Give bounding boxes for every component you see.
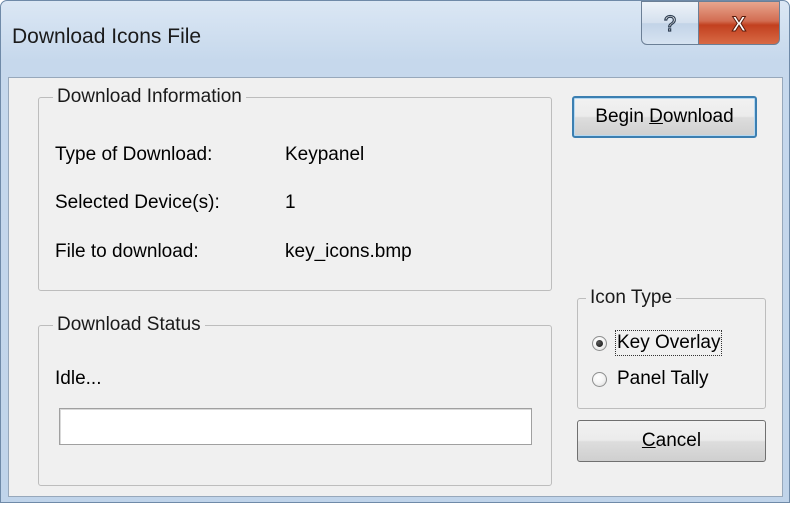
download-progress-bar bbox=[59, 408, 532, 445]
file-to-download-value: key_icons.bmp bbox=[285, 241, 412, 262]
file-to-download-label: File to download: bbox=[55, 241, 199, 262]
type-of-download-label: Type of Download: bbox=[55, 144, 213, 165]
selected-devices-value: 1 bbox=[285, 192, 296, 213]
close-button[interactable]: X bbox=[698, 1, 780, 45]
download-status-legend: Download Status bbox=[57, 314, 201, 335]
download-icons-dialog: Download Icons File ? X Download Informa… bbox=[0, 0, 790, 503]
type-of-download-value: Keypanel bbox=[285, 144, 365, 165]
download-status-text: Idle... bbox=[55, 368, 102, 389]
title-bar[interactable]: Download Icons File ? X bbox=[1, 1, 789, 77]
svg-text:X: X bbox=[732, 13, 746, 35]
radio-key-overlay-label: Key Overlay bbox=[614, 330, 723, 356]
radio-panel-tally-label: Panel Tally bbox=[617, 368, 709, 389]
icon-type-legend: Icon Type bbox=[590, 287, 673, 308]
radio-key-overlay-button[interactable] bbox=[592, 335, 607, 351]
dialog-client-area: Download Information Type of Download: K… bbox=[8, 77, 783, 497]
svg-text:?: ? bbox=[664, 11, 676, 36]
cancel-button[interactable]: Cancel bbox=[577, 420, 766, 462]
download-information-legend: Download Information bbox=[57, 86, 242, 107]
window-title: Download Icons File bbox=[12, 25, 202, 48]
radio-panel-tally[interactable]: Panel Tally bbox=[592, 368, 709, 390]
help-icon: ? bbox=[663, 10, 676, 36]
radio-panel-tally-button[interactable] bbox=[592, 371, 607, 387]
selected-devices-label: Selected Device(s): bbox=[55, 192, 220, 213]
radio-key-overlay[interactable]: Key Overlay bbox=[592, 330, 723, 356]
download-status-group: Download Status bbox=[38, 314, 552, 486]
close-icon: X bbox=[731, 13, 746, 36]
help-button[interactable]: ? bbox=[641, 1, 699, 45]
begin-download-button[interactable]: Begin Download bbox=[572, 96, 757, 138]
